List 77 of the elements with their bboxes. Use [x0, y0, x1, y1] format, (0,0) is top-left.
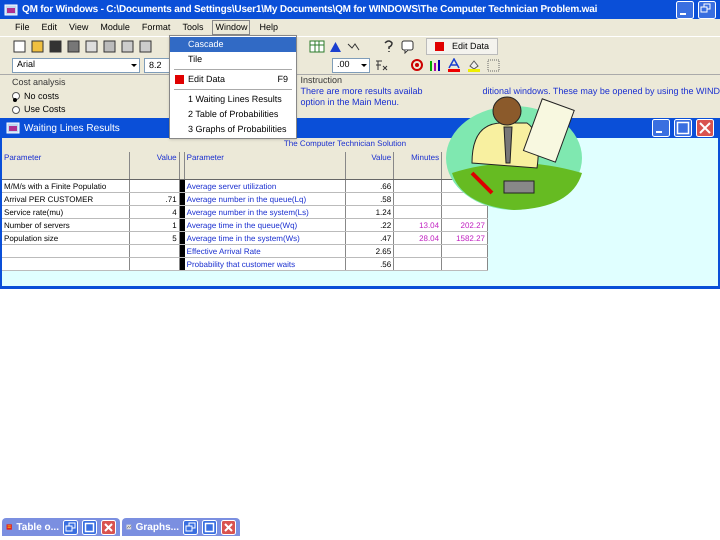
- window-title: Waiting Lines Results: [24, 122, 120, 136]
- menu-item[interactable]: 2 Table of Probabilities: [170, 107, 296, 122]
- menu-item[interactable]: 1 Waiting Lines Results: [170, 92, 296, 107]
- square-icon: [435, 42, 444, 51]
- app-icon[interactable]: [4, 2, 18, 16]
- table-cell: .56: [346, 258, 394, 270]
- menu-item[interactable]: 3 Graphs of Probabilities: [170, 122, 296, 137]
- table-icon[interactable]: [309, 39, 325, 54]
- menu-item[interactable]: Module: [97, 20, 133, 36]
- fill-color-icon[interactable]: [466, 58, 482, 72]
- column-header: Parameter: [184, 152, 346, 179]
- restore-button[interactable]: [63, 520, 78, 534]
- minimize-button[interactable]: [676, 0, 694, 18]
- table-cell: Average number in the system(Ls): [184, 206, 346, 218]
- close-button[interactable]: [696, 119, 714, 137]
- window-title: Graphs...: [136, 520, 179, 534]
- edit-data-button[interactable]: Edit Data: [426, 38, 498, 55]
- table-cell: 1582.27: [442, 232, 488, 244]
- table-cell: Average time in the queue(Wq): [184, 219, 346, 231]
- menu-item[interactable]: Tools: [179, 20, 206, 36]
- menu-item[interactable]: Window: [212, 20, 250, 36]
- table-cell: .58: [346, 193, 394, 205]
- table-cell: Arrival PER CUSTOMER: [2, 193, 130, 205]
- column-header: Parameter: [2, 152, 130, 179]
- menu-item[interactable]: Edit: [38, 20, 60, 36]
- close-button[interactable]: [101, 520, 116, 534]
- menu-item[interactable]: Help: [256, 20, 281, 36]
- column-header: Minutes: [394, 152, 442, 179]
- table-cell: 2.65: [346, 245, 394, 257]
- font-color-icon[interactable]: [446, 58, 462, 72]
- group-label: Cost analysis: [12, 76, 66, 89]
- maximize-button[interactable]: [82, 520, 97, 534]
- app-icon[interactable]: [6, 121, 20, 135]
- table-cell: Service rate(mu): [2, 206, 130, 218]
- menu-item[interactable]: View: [66, 20, 92, 36]
- table-cell: Effective Arrival Rate: [184, 245, 346, 257]
- table-cell: .22: [346, 219, 394, 231]
- table-cell: 1.24: [346, 206, 394, 218]
- close-button[interactable]: [221, 520, 236, 534]
- table-cell: M/M/s with a Finite Populatio: [2, 180, 130, 192]
- column-header: Value: [346, 152, 394, 179]
- font-combo[interactable]: Arial: [12, 58, 140, 72]
- table-cell: .47: [346, 232, 394, 244]
- menu-item[interactable]: File: [12, 20, 33, 36]
- speech-icon[interactable]: [400, 39, 415, 54]
- restore-button[interactable]: [183, 520, 198, 534]
- menu-item[interactable]: Format: [138, 20, 174, 36]
- table-cell: Probability that customer waits: [184, 258, 346, 270]
- instruction-text: ditional windows. These may be opened by using the WIND: [482, 86, 720, 97]
- group-label: Instruction: [300, 75, 342, 86]
- fx-icon[interactable]: [374, 58, 388, 72]
- table-cell: 13.04: [394, 219, 442, 231]
- table-cell: Number of servers: [2, 219, 130, 231]
- shortcut-label: F9: [277, 72, 288, 86]
- square-icon: [174, 75, 184, 84]
- instruction-text: There are more results availab: [300, 86, 423, 97]
- table-cell: Average server utilization: [184, 180, 346, 192]
- window-title: Table o...: [16, 520, 59, 534]
- maximize-button[interactable]: [202, 520, 217, 534]
- border-icon[interactable]: [486, 58, 502, 72]
- column-header: Value: [130, 152, 180, 179]
- target-icon[interactable]: [410, 58, 424, 72]
- maximize-button[interactable]: [674, 119, 692, 137]
- table-cell: Average time in the system(Ws): [184, 232, 346, 244]
- table-cell: Population size: [2, 232, 130, 244]
- table-cell: 28.04: [394, 232, 442, 244]
- menu-item[interactable]: Edit Data F9: [170, 72, 296, 87]
- restore-button[interactable]: [698, 0, 716, 18]
- bar-chart-icon[interactable]: [428, 58, 442, 72]
- minimize-button[interactable]: [652, 119, 670, 137]
- window-title: QM for Windows - C:\Documents and Settings\User1\My Documents\QM for WINDOWS\The Computer Technician Problem.wai: [22, 3, 598, 17]
- instruction-text: option in the Main Menu.: [300, 97, 400, 108]
- zoom-combo[interactable]: .00: [332, 58, 370, 72]
- menu-item[interactable]: Cascade: [170, 37, 296, 52]
- table-cell: 202.27: [442, 219, 488, 231]
- table-cell: Average number in the queue(Lq): [184, 193, 346, 205]
- table-cell: .66: [346, 180, 394, 192]
